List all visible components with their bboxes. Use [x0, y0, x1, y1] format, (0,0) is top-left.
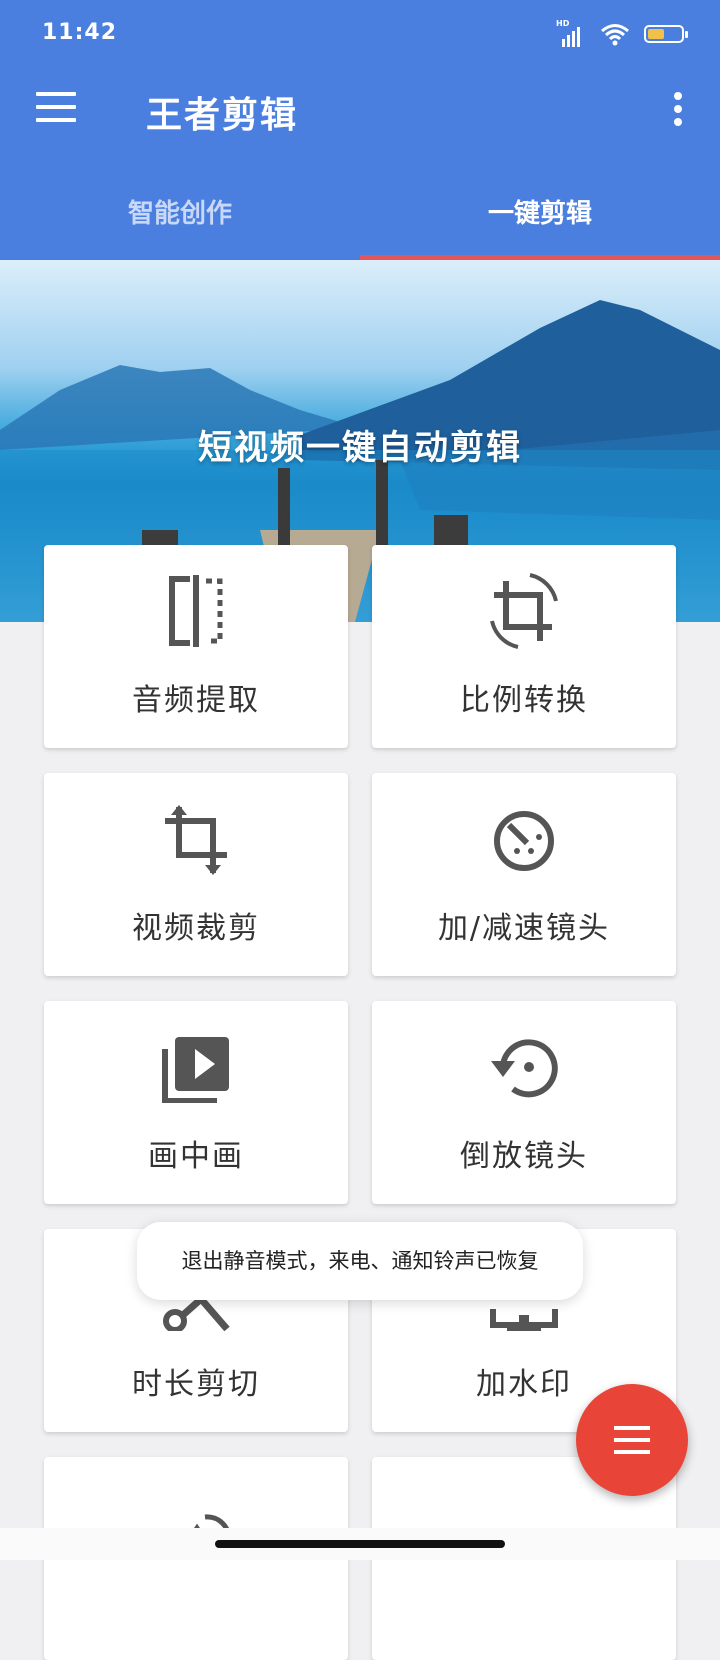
- tool-label: 音频提取: [132, 683, 260, 718]
- status-time: 11:42: [42, 20, 118, 45]
- status-icons: HD: [556, 19, 688, 48]
- tool-card-speed[interactable]: 加/减速镜头: [372, 773, 676, 976]
- more-options-icon[interactable]: [674, 92, 684, 128]
- tool-label: 视频裁剪: [132, 911, 260, 946]
- banner-title: 短视频一键自动剪辑: [198, 428, 522, 468]
- tab-smart-create[interactable]: 智能创作: [0, 174, 360, 260]
- toast-message: 退出静音模式，来电、通知铃声已恢复: [137, 1222, 583, 1300]
- picture-in-picture-icon: [162, 1037, 229, 1103]
- battery-icon: [644, 25, 688, 43]
- ratio-rotate-crop-icon: [490, 573, 558, 649]
- menu-icon[interactable]: [36, 92, 76, 126]
- app-bar: 11:42 HD 王者剪辑 智能创作 一键剪辑: [0, 0, 720, 260]
- reverse-icon: [491, 1039, 558, 1098]
- wifi-icon: [601, 24, 629, 46]
- tool-card-audio-extract[interactable]: 音频提取: [44, 545, 348, 748]
- tab-one-click-edit[interactable]: 一键剪辑: [360, 174, 720, 260]
- tool-label: 画中画: [148, 1139, 244, 1174]
- tool-label: 时长剪切: [132, 1367, 260, 1402]
- app-title: 王者剪辑: [146, 95, 299, 136]
- home-indicator[interactable]: [215, 1540, 505, 1548]
- tool-card-picture-in-picture[interactable]: 画中画: [44, 1001, 348, 1204]
- speed-timer-icon: [494, 811, 554, 871]
- tool-label: 比例转换: [460, 683, 588, 718]
- tab-bar: 智能创作 一键剪辑: [0, 174, 720, 260]
- tool-card-reverse[interactable]: 倒放镜头: [372, 1001, 676, 1204]
- audio-extract-icon: [169, 575, 223, 647]
- tool-label: 倒放镜头: [460, 1139, 588, 1174]
- fab-menu-button[interactable]: [576, 1384, 688, 1496]
- tool-card-ratio-convert[interactable]: 比例转换: [372, 545, 676, 748]
- tool-card-video-crop[interactable]: 视频裁剪: [44, 773, 348, 976]
- crop-icon: [165, 805, 227, 875]
- signal-icon: HD: [556, 19, 586, 47]
- tool-label: 加/减速镜头: [437, 911, 611, 946]
